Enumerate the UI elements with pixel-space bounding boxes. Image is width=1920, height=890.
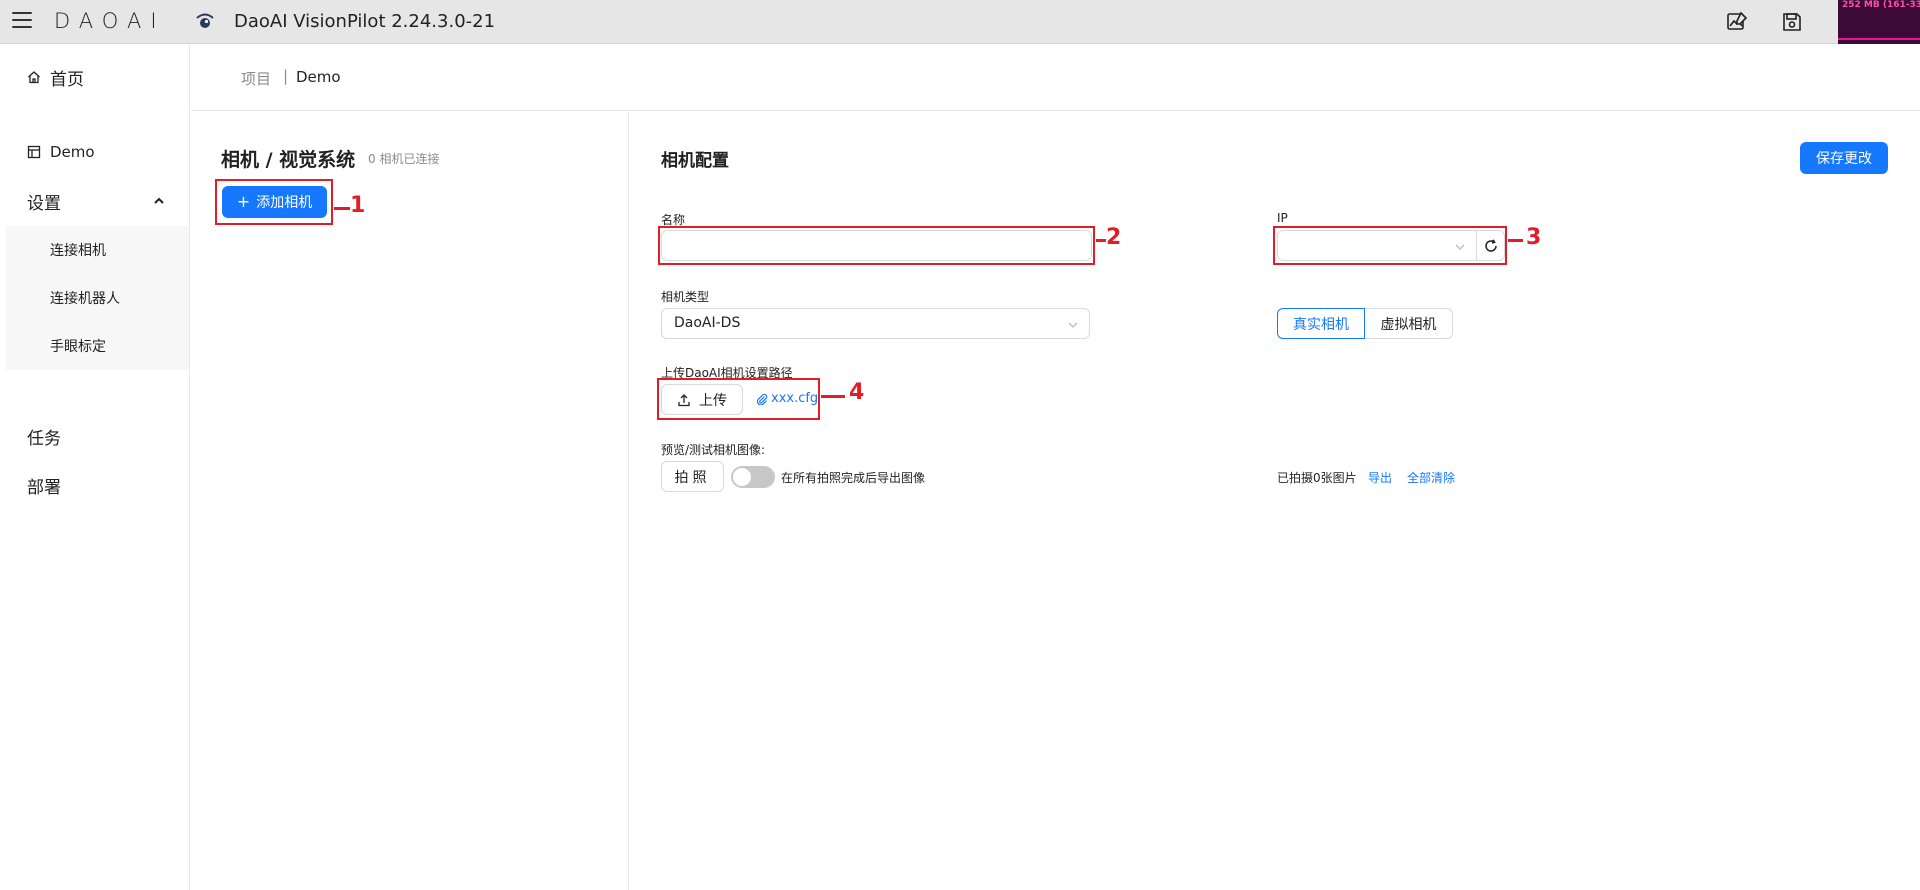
chevron-down-icon [1068,322,1078,328]
memory-monitor: 252 MB (161-339) [1838,0,1920,44]
real-camera-option[interactable]: 真实相机 [1277,308,1365,339]
ip-label: IP [1277,211,1288,225]
clear-all-link[interactable]: 全部清除 [1407,469,1455,486]
menu-icon[interactable] [12,12,32,30]
virtual-camera-option[interactable]: 虚拟相机 [1365,308,1453,339]
annotation-line-4 [821,395,845,398]
captured-count: 已拍摄0张图片 [1277,471,1357,485]
config-title: 相机配置 [661,151,729,171]
app-title: DaoAI VisionPilot 2.24.3.0-21 [234,11,496,32]
eye-logo-icon [196,13,214,28]
top-bar: DAOAI DaoAI VisionPilot 2.24.3.0-21 252 … [0,0,1920,44]
annotation-box-3 [1273,226,1507,265]
export-after-capture-toggle[interactable] [731,466,775,488]
memory-readout: 252 MB (161-339) [1842,0,1920,10]
breadcrumb-separator: | [283,67,289,85]
connection-status: 0 相机已连接 [368,152,440,166]
annotation-number-2: 2 [1106,225,1122,250]
app-root: DAOAI DaoAI VisionPilot 2.24.3.0-21 252 … [0,0,1920,890]
breadcrumb-current: Demo [296,68,341,86]
sidebar-item-label: 首页 [50,69,84,90]
camera-type-select[interactable]: DaoAI-DS [661,308,1090,339]
annotation-box-2 [658,226,1095,265]
annotation-number-4: 4 [849,380,865,405]
brand-logo: DAOAI [54,9,166,33]
breadcrumb: 项目 | Demo [191,45,1920,111]
chevron-up-icon [154,197,164,204]
image-edit-icon[interactable] [1725,10,1749,34]
sidebar-item-task[interactable]: 任务 [0,413,189,459]
sidebar-item-label: Demo [50,143,95,161]
toggle-knob [733,468,751,486]
memory-graph-line [1838,38,1920,40]
annotation-box-4 [657,378,820,420]
sidebar-item-demo[interactable]: Demo [0,130,189,174]
demo-icon [27,145,41,159]
annotation-box-1 [215,179,333,225]
annotation-number-3: 3 [1526,225,1542,250]
export-link[interactable]: 导出 [1368,469,1392,486]
panel-title: 相机 / 视觉系统 [221,149,356,171]
camera-list-panel: 相机 / 视觉系统 0 相机已连接 + 添加相机 [191,112,629,890]
sidebar: 首页 Demo 设置 连接相机 连接机器人 手眼标定 任务 部署 [0,45,190,890]
home-icon [28,71,40,84]
settings-submenu: 连接相机 连接机器人 手眼标定 [6,226,189,370]
annotation-line-3 [1508,239,1523,242]
annotation-line-1 [334,207,350,210]
sidebar-item-settings[interactable]: 设置 [0,178,189,224]
sidebar-item-connect-robot[interactable]: 连接机器人 [6,274,189,322]
sidebar-item-hand-eye-calibration[interactable]: 手眼标定 [6,322,189,370]
sidebar-item-home[interactable]: 首页 [0,55,189,99]
save-icon[interactable] [1780,10,1804,34]
sidebar-item-deploy[interactable]: 部署 [0,462,189,508]
preview-label: 预览/测试相机图像: [661,443,766,457]
annotation-line-2 [1096,239,1106,242]
annotation-number-1: 1 [350,193,366,218]
capture-button[interactable]: 拍照 [661,461,724,492]
camera-type-value: DaoAI-DS [674,315,741,331]
sidebar-item-connect-camera[interactable]: 连接相机 [6,226,189,274]
camera-type-label: 相机类型 [661,290,710,304]
export-toggle-label: 在所有拍照完成后导出图像 [781,471,926,485]
sidebar-item-label: 设置 [27,193,61,214]
breadcrumb-parent[interactable]: 项目 [241,68,271,89]
save-changes-button[interactable]: 保存更改 [1800,142,1888,174]
